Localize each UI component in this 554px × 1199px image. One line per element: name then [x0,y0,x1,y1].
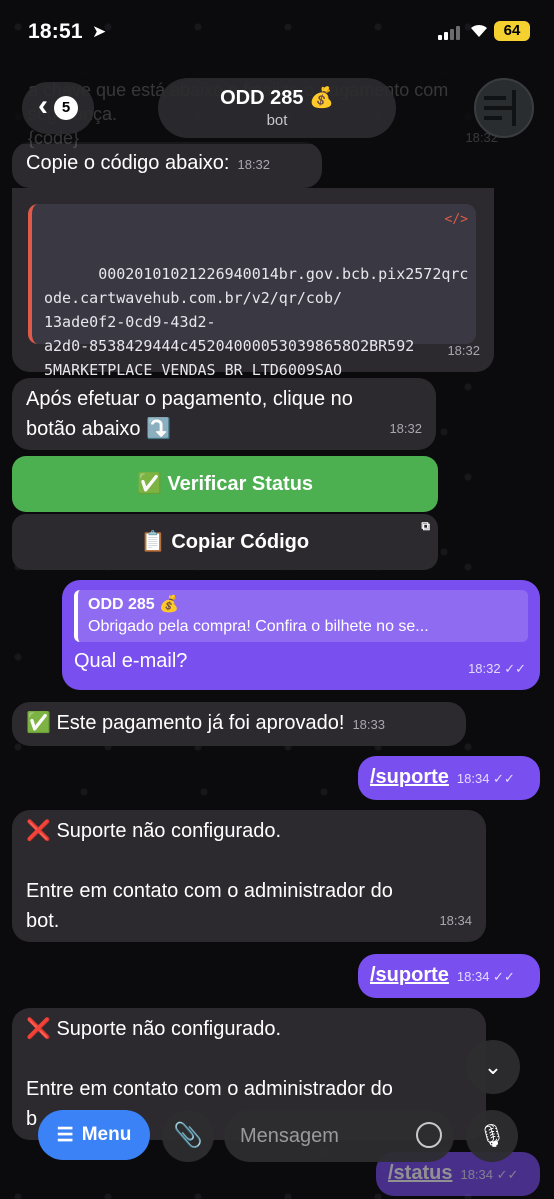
chat-title[interactable]: ODD 285 💰 bot [158,78,396,138]
menu-button[interactable]: ☰ Menu [38,1110,150,1160]
message-command-suporte: /suporte 18:34 ✓✓ [358,756,540,800]
microphone-icon: 🎙 [478,1123,506,1148]
copy-code-button[interactable]: 📋 Copiar Código ⧉ [12,514,438,570]
message-support-not-configured: ❌ Suporte não configurado. Entre em cont… [12,810,486,942]
copy-corner-icon: ⧉ [421,519,430,533]
chevron-down-icon: ⌄ [483,1054,503,1079]
battery-level: 64 [494,21,530,41]
verify-status-button[interactable]: ✅ Verificar Status [12,456,438,512]
code-icon: </> [444,212,468,227]
chevron-left-icon: ‹ [38,89,48,122]
message-after-payment: Após efetuar o pagamento, clique no botã… [12,378,436,450]
scroll-down-button[interactable]: ⌄ [466,1040,520,1094]
command-link[interactable]: /suporte [370,766,449,788]
back-button[interactable]: ‹ 5 [22,82,94,134]
wifi-icon [468,20,490,44]
command-link[interactable]: /suporte [370,964,449,986]
message-email-question: ODD 285 💰 Obrigado pela compra! Confira … [62,580,540,690]
microphone-button[interactable]: 🎙 [466,1110,518,1162]
message-command-suporte: /suporte 18:34 ✓✓ [358,954,540,998]
chat-subtitle: bot [266,112,288,129]
status-time: 18:51 [28,20,83,43]
location-arrow-icon: ➤ [92,22,107,41]
message-approved: ✅ Este pagamento já foi aprovado! 18:33 [12,702,466,746]
reply-quote[interactable]: ODD 285 💰 Obrigado pela compra! Confira … [74,590,528,642]
menu-lines-icon: ☰ [56,1124,74,1146]
paperclip-icon: 📎 [173,1122,203,1149]
sticker-icon[interactable] [416,1122,442,1148]
chat-screen: 18:51 ➤ 64 a chave que está abaixo e fin… [0,0,554,1199]
pix-code-block[interactable]: </> 00020101021226940014br.gov.bcb.pix25… [28,204,476,403]
chat-header: a chave que está abaixo e finalize o pag… [0,64,554,148]
input-bar: ☰ Menu 📎 🎙 [0,1100,554,1199]
message-pix-code: </> 00020101021226940014br.gov.bcb.pix25… [12,188,494,403]
status-bar: 18:51 ➤ 64 [0,0,554,64]
attach-button[interactable]: 📎 [162,1110,214,1162]
avatar[interactable] [474,78,534,138]
chat-name: ODD 285 💰 [220,87,334,109]
cellular-signal-icon [438,24,460,40]
unread-count-badge: 5 [54,96,78,120]
